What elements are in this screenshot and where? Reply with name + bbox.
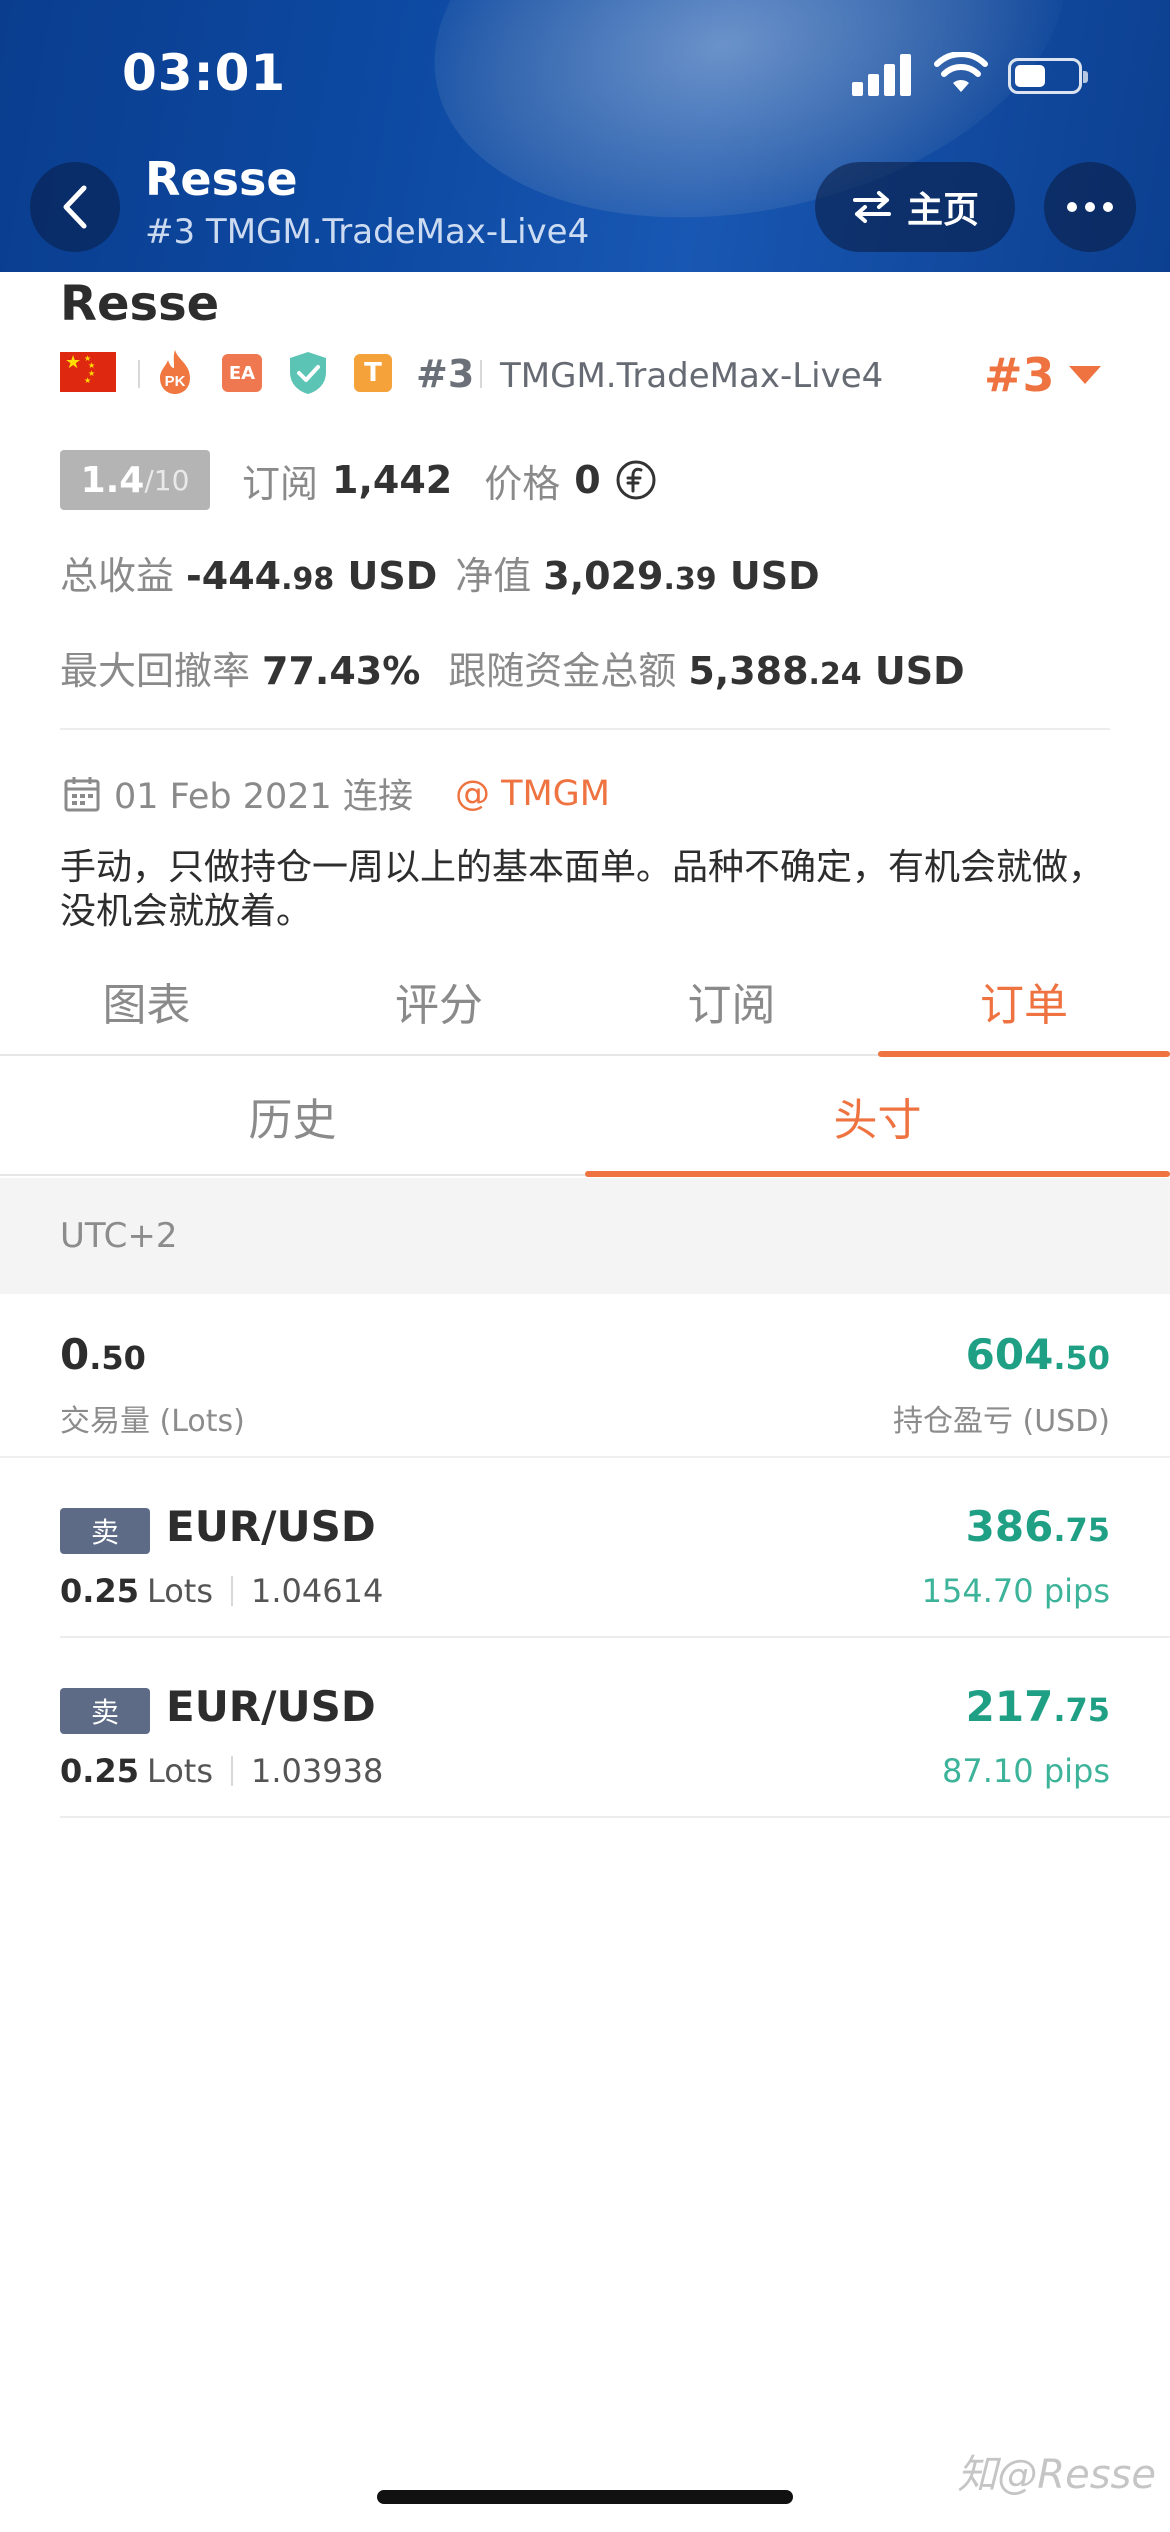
badge-row: ★ ★ ★ ★ ★ PK EA T #3 TMGM.TradeMax-Live4… (60, 348, 1120, 402)
position-detail: 0.25 Lots 1.04614 (60, 1572, 384, 1610)
tab-subscribe[interactable]: 订阅 (585, 948, 878, 1054)
ea-badge: EA (222, 354, 262, 392)
calendar-icon (64, 776, 100, 811)
positions-summary: 0.50 交易量 (Lots) 604.50 持仓盈亏 (USD) (0, 1296, 1170, 1458)
tab-chart[interactable]: 图表 (0, 948, 293, 1054)
t-badge: T (354, 354, 392, 392)
price-value: 0 (574, 458, 601, 502)
strategy-description: 手动，只做持仓一周以上的基本面单。品种不确定，有机会就做，没机会就放着。 (60, 847, 1105, 932)
back-button[interactable] (30, 162, 120, 252)
battery-icon (1008, 58, 1088, 94)
broker-server: TMGM.TradeMax-Live4 (500, 356, 884, 396)
total-profit-label: 总收益 (60, 554, 175, 598)
total-profit-value: -444.98 USD (186, 554, 438, 598)
wifi-icon (934, 52, 988, 92)
caret-down-icon (1068, 366, 1101, 384)
sell-badge: 卖 (60, 1508, 150, 1554)
header-title: Resse (145, 152, 298, 206)
tab-orders[interactable]: 订单 (878, 948, 1170, 1057)
drawdown-label: 最大回撤率 (60, 649, 251, 693)
main-tabs: 图表 评分 订阅 订单 (0, 948, 1170, 1057)
verified-shield-icon (290, 352, 326, 394)
connected-since-text: 01 Feb 2021 连接 (114, 777, 413, 817)
trader-name: Resse (60, 276, 220, 332)
drawdown-value: 77.43% (262, 649, 421, 693)
watermark: 知@Resse (957, 2452, 1156, 2498)
tab-rating[interactable]: 评分 (293, 948, 585, 1054)
position-symbol: EUR/USD (166, 1682, 376, 1731)
total-lots: 0.50 (60, 1330, 146, 1379)
timezone-bar: UTC+2 (0, 1178, 1170, 1294)
app-header: 03:01 Resse #3 TMGM.TradeMax-Live4 主页 (0, 0, 1170, 272)
price-label: 价格 (484, 461, 561, 506)
score-row: 1.4/10 订阅 1,442 价格 0 (60, 450, 657, 510)
position-detail: 0.25 Lots 1.03938 (60, 1752, 384, 1790)
total-lots-label: 交易量 (Lots) (60, 1404, 245, 1439)
subtab-history[interactable]: 历史 (0, 1058, 585, 1174)
profit-row: 总收益 -444.98 USD 净值 3,029.39 USD (60, 545, 820, 609)
total-floating-pl-label: 持仓盈亏 (USD) (892, 1404, 1110, 1439)
more-options-button[interactable] (1044, 162, 1136, 252)
swap-arrows-icon (852, 191, 891, 223)
subtab-positions[interactable]: 头寸 (585, 1058, 1170, 1177)
rank-label: #3 (416, 352, 475, 396)
status-time: 03:01 (122, 44, 287, 102)
total-floating-pl: 604.50 (965, 1330, 1110, 1379)
order-subtabs: 历史 头寸 (0, 1058, 1170, 1177)
divider (60, 728, 1110, 730)
rank-dropdown[interactable]: #3 (984, 348, 1101, 402)
coin-icon (616, 460, 656, 500)
home-button-label: 主页 (906, 190, 979, 231)
header-subtitle: #3 TMGM.TradeMax-Live4 (145, 212, 590, 252)
position-pl: 386.75 (965, 1502, 1110, 1551)
home-indicator[interactable] (377, 2490, 793, 2504)
follow-funds-label: 跟随资金总额 (448, 649, 677, 693)
score-badge: 1.4/10 (60, 450, 210, 510)
chevron-left-icon (63, 185, 87, 229)
pk-flame-icon: PK (160, 350, 190, 394)
position-symbol: EUR/USD (166, 1502, 376, 1551)
subscribe-label: 订阅 (242, 461, 319, 506)
drawdown-row: 最大回撤率 77.43% 跟随资金总额 5,388.24 USD (60, 640, 965, 704)
subscribe-count: 1,442 (332, 458, 453, 502)
position-pips: 154.70 pips (921, 1572, 1110, 1610)
china-flag-icon: ★ ★ ★ ★ ★ (60, 352, 116, 392)
home-button[interactable]: 主页 (815, 162, 1015, 252)
position-pl: 217.75 (965, 1682, 1110, 1731)
rank-dropdown-label: #3 (984, 348, 1055, 402)
equity-label: 净值 (455, 554, 532, 598)
sell-badge: 卖 (60, 1688, 150, 1734)
more-dots-icon (1067, 202, 1077, 212)
cellular-signal-icon (852, 52, 914, 96)
follow-funds-value: 5,388.24 USD (688, 649, 965, 693)
position-row[interactable]: 卖 EUR/USD 0.25 Lots 1.03938 217.75 87.10 p… (0, 1640, 1170, 1818)
position-pips: 87.10 pips (942, 1752, 1110, 1790)
connected-since: 01 Feb 2021 连接 @ TMGM (62, 768, 610, 819)
svg-text:PK: PK (165, 373, 186, 390)
equity-value: 3,029.39 USD (543, 554, 820, 598)
broker-link[interactable]: @ TMGM (455, 774, 610, 814)
position-row[interactable]: 卖 EUR/USD 0.25 Lots 1.04614 386.75 154.70 … (0, 1460, 1170, 1638)
